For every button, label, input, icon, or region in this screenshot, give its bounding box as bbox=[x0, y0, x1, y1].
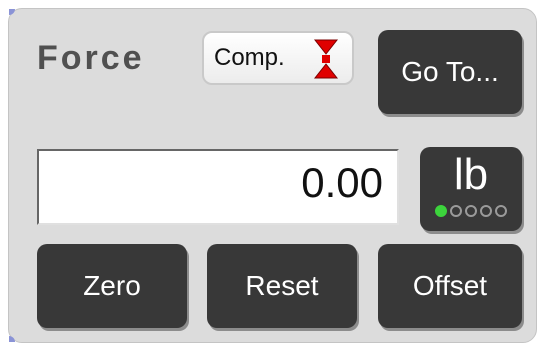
compression-mode-button[interactable]: Comp. bbox=[202, 31, 354, 85]
unit-indicator-dot bbox=[495, 205, 507, 217]
corner-marker bbox=[9, 336, 15, 342]
unit-indicator bbox=[435, 205, 507, 217]
go-to-button[interactable]: Go To... bbox=[378, 30, 522, 114]
unit-indicator-dot bbox=[435, 205, 447, 217]
force-reading-display: 0.00 bbox=[37, 149, 399, 225]
mode-label: Comp. bbox=[214, 44, 285, 71]
zero-button[interactable]: Zero bbox=[37, 244, 187, 328]
corner-marker bbox=[9, 9, 15, 15]
panel-title: Force bbox=[37, 39, 145, 77]
unit-button[interactable]: lb bbox=[420, 147, 522, 231]
force-panel: Force Comp. Go To... 0.00 lb Zero Reset … bbox=[8, 8, 537, 343]
offset-button[interactable]: Offset bbox=[378, 244, 522, 328]
compression-arrows-icon bbox=[313, 39, 339, 79]
unit-indicator-dot bbox=[450, 205, 462, 217]
unit-indicator-dot bbox=[465, 205, 477, 217]
reset-button[interactable]: Reset bbox=[207, 244, 357, 328]
unit-label: lb bbox=[453, 150, 489, 199]
unit-indicator-dot bbox=[480, 205, 492, 217]
